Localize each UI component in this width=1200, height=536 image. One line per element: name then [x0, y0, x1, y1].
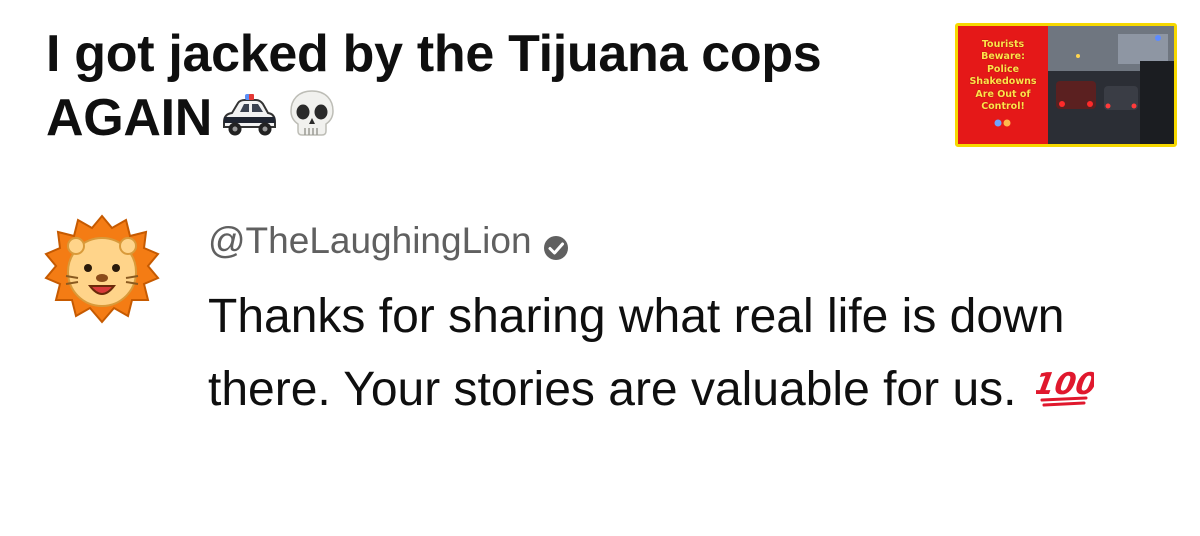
video-title[interactable]: I got jacked by the Tijuana cops AGAIN [46, 22, 926, 155]
thumbnail-text-panel: Tourists Beware: Police Shakedowns Are O… [958, 26, 1048, 144]
thumbnail-line: Beware: [981, 51, 1025, 62]
verified-badge-icon [542, 227, 570, 260]
comment-body: Thanks for sharing what real life is dow… [208, 290, 1065, 416]
lion-avatar-icon [44, 214, 160, 324]
thumbnail-line: Are Out of [975, 88, 1031, 100]
thumbnail-line: Police [986, 63, 1020, 75]
police-car-icon [218, 89, 280, 153]
comment-handle[interactable]: @TheLaughingLion [208, 218, 532, 264]
thumbnail-line: Control! [981, 101, 1025, 112]
thumbnail-photo [1048, 26, 1174, 144]
skull-icon [286, 88, 338, 155]
avatar[interactable] [42, 212, 162, 332]
hundred-points-icon: 100 [1031, 356, 1100, 429]
thumbnail-emoji-icon [992, 114, 1014, 132]
comment-text: Thanks for sharing what real life is dow… [208, 280, 1168, 429]
video-title-text: I got jacked by the Tijuana cops AGAIN [46, 25, 822, 147]
comment-author[interactable]: @TheLaughingLion [208, 218, 570, 264]
thumbnail-line: Tourists [981, 38, 1025, 50]
thumbnail-line: Shakedowns [969, 76, 1037, 87]
video-thumbnail[interactable]: Tourists Beware: Police Shakedowns Are O… [955, 23, 1177, 147]
